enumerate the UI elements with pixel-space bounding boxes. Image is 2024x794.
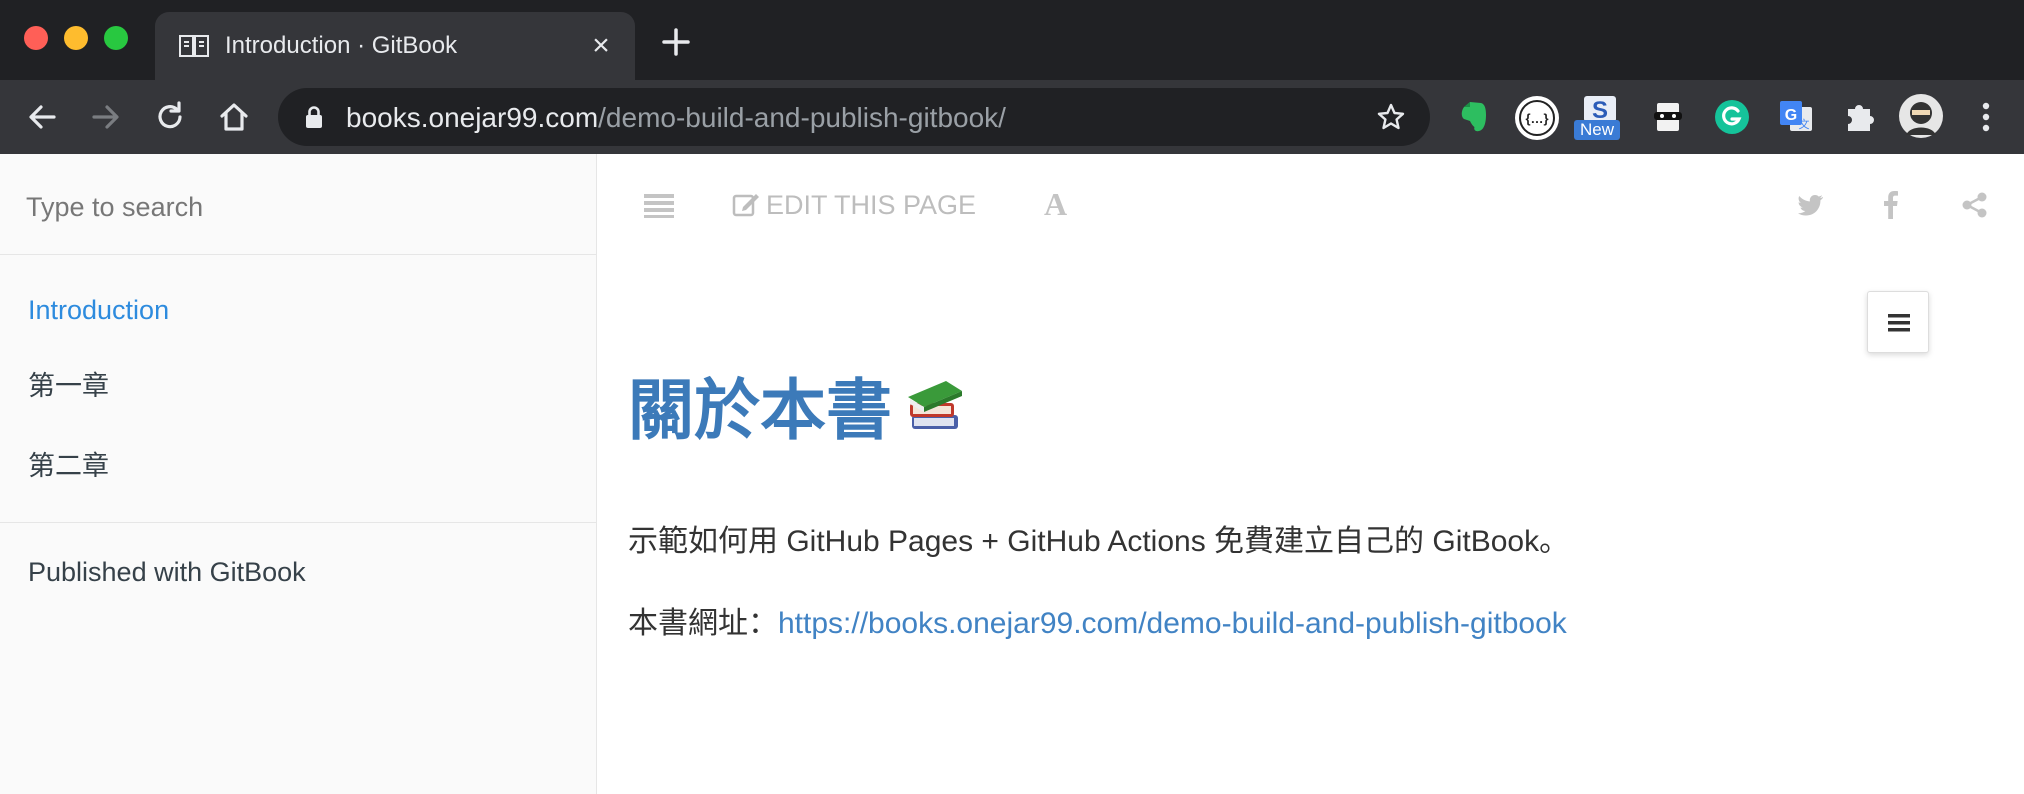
sidebar-divider [0,522,596,523]
svg-text:文: 文 [1799,117,1810,131]
address-bar[interactable]: books.onejar99.com/demo-build-and-publis… [278,88,1430,146]
reload-icon[interactable] [152,99,188,135]
book-url-paragraph: 本書網址：https://books.onejar99.com/demo-bui… [628,604,1567,644]
sidebar-item-chapter-1[interactable]: 第一章 [28,370,109,402]
json-viewer-icon[interactable]: {…} [1514,95,1560,141]
facebook-icon[interactable] [1884,191,1898,219]
lock-icon[interactable] [304,105,324,129]
profile-avatar[interactable] [1898,93,1944,139]
maximize-window-button[interactable] [104,26,128,50]
browser-tab[interactable]: Introduction · GitBook × [155,12,635,80]
tab-title: Introduction · GitBook [225,32,458,59]
page-toc-button[interactable] [1867,291,1929,353]
twitter-icon[interactable] [1798,194,1824,216]
close-window-button[interactable] [24,26,48,50]
search-input[interactable] [26,190,566,224]
sidebar-item-introduction[interactable]: Introduction [28,294,169,326]
url-path: /demo-build-and-publish-gitbook/ [598,102,1006,133]
grammarly-icon[interactable] [1712,97,1752,137]
book-url-link[interactable]: https://books.onejar99.com/demo-build-an… [778,607,1567,640]
list-menu-icon [1888,314,1910,332]
published-with-gitbook-link[interactable]: Published with GitBook [28,556,306,588]
evernote-icon[interactable] [1454,97,1494,137]
book-url-label: 本書網址： [628,607,778,640]
minimize-window-button[interactable] [64,26,88,50]
page-title-text: 關於本書 [628,373,892,447]
bookmark-star-icon[interactable] [1376,102,1406,132]
url-text: books.onejar99.com/demo-build-and-publis… [346,102,1006,134]
edit-this-page-link[interactable]: EDIT THIS PAGE [732,189,976,221]
close-tab-icon[interactable]: × [587,31,615,61]
book-header: EDIT THIS PAGE A [598,154,2024,254]
chrome-menu-icon[interactable] [1966,97,2006,137]
font-settings-icon[interactable]: A [1044,186,1067,223]
gitbook-favicon-icon [179,35,209,57]
new-extension-icon[interactable]: S New [1574,94,1626,140]
new-tab-button[interactable] [660,26,692,58]
books-icon [908,381,962,429]
home-icon[interactable] [216,99,252,135]
svg-text:{…}: {…} [1525,111,1548,126]
share-icon[interactable] [1962,192,1988,218]
svg-text:G: G [1785,107,1797,124]
forward-arrow-icon[interactable] [88,99,124,135]
page-title: 關於本書 [628,370,1988,450]
new-badge: New [1574,120,1621,140]
puzzle-icon[interactable] [1840,97,1880,137]
back-arrow-icon[interactable] [24,99,60,135]
edit-label: EDIT THIS PAGE [766,190,977,220]
edit-icon [732,194,759,217]
url-host: books.onejar99.com [346,102,599,133]
description-paragraph: 示範如何用 GitHub Pages + GitHub Actions 免費建立… [628,525,1570,558]
page-content: 關於本書 示範如何用 GitHub Pages + GitHub Actions… [628,370,1988,640]
sidebar-item-chapter-2[interactable]: 第二章 [28,450,109,482]
browser-titlebar: Introduction · GitBook × [0,0,2024,80]
spy-icon[interactable] [1648,97,1688,137]
browser-toolbar: books.onejar99.com/demo-build-and-publis… [0,80,2024,154]
book-summary-sidebar: Introduction 第一章 第二章 Published with GitB… [0,154,597,794]
google-translate-icon[interactable]: G 文 [1776,97,1816,137]
book-search [0,154,596,255]
toggle-summary-icon[interactable] [644,194,674,218]
